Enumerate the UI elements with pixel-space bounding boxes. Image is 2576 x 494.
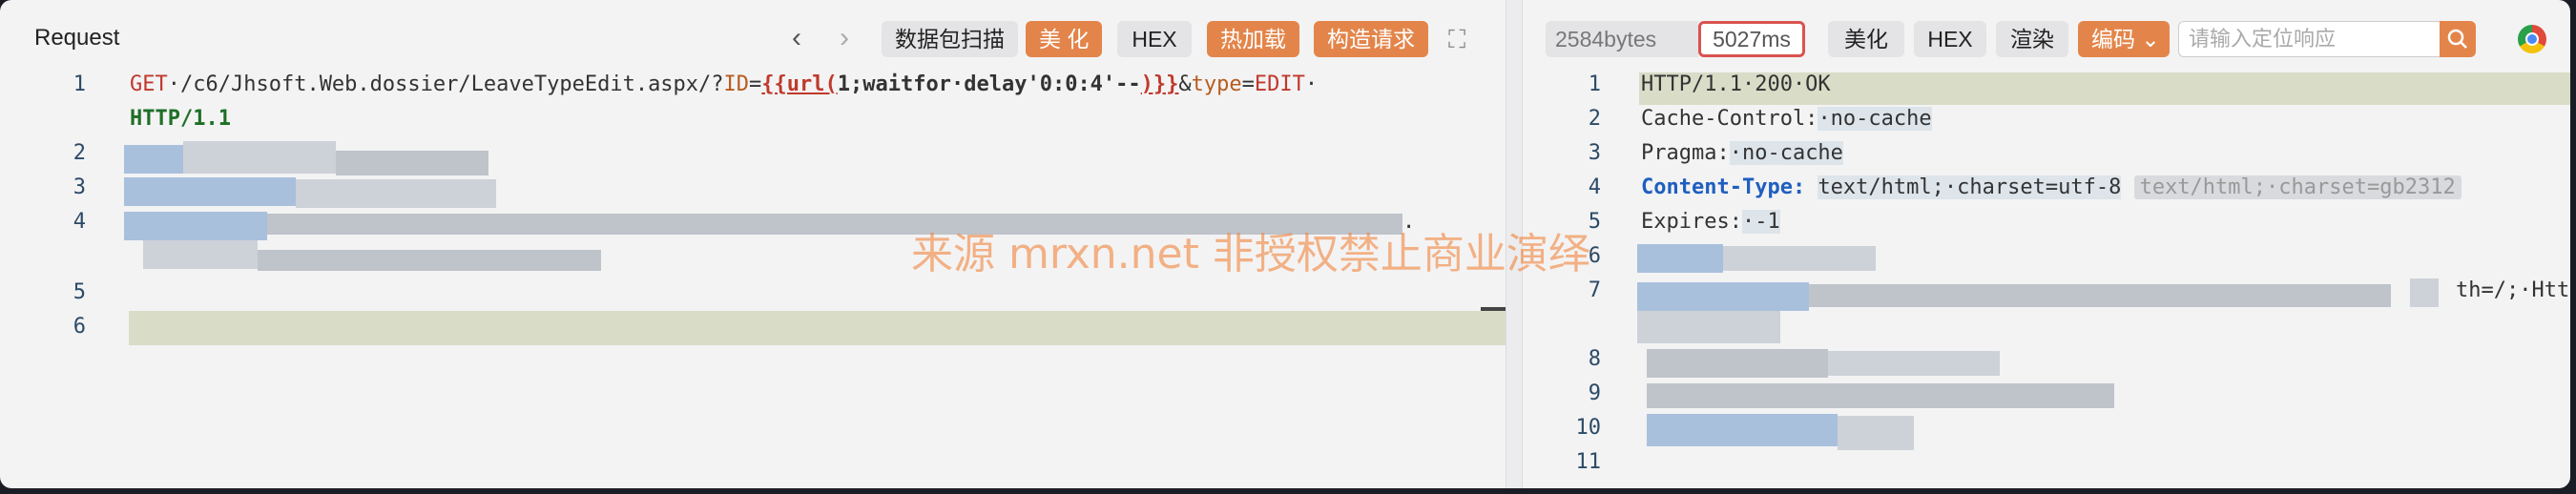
redacted-block [1838,416,1914,450]
url-function-close: )}} [1140,72,1179,96]
ampersand: & [1178,72,1192,96]
response-toolbar: 2584bytes 5027ms 美化 HEX 渲染 编码 ⌄ 请输入定位响应 [1523,0,2570,74]
header-value: ·no-cache [1818,107,1932,131]
header-line: Expires:·-1 [1641,210,1780,234]
redacted-block [143,240,258,269]
charset-hint: text/html;·charset=gb2312 [2133,175,2462,199]
header-line: Cache-Control:·no-cache [1641,107,1932,131]
line-number: 8 [1588,347,1601,371]
back-arrow-icon[interactable]: ‹ [792,21,801,55]
param-key: type [1191,72,1242,96]
param-key: ID [723,72,750,96]
header-key: Content-Type: [1641,175,1806,199]
request-toolbar: Request ‹ › 数据包扫描 美 化 HEX 热加载 构造请求 ⛶ [0,0,1506,74]
line-number: 11 [1575,450,1602,474]
line-number: 7 [1588,278,1601,302]
redacted-block [336,151,488,175]
header-key: Expires: [1641,210,1742,234]
redacted-block [1647,414,1838,446]
encoding-label: 编码 [2091,27,2135,51]
redacted-block [183,141,336,174]
truncated-header-text: th=/;·Htt [2456,278,2570,302]
scrollbar-marker[interactable] [1481,307,1506,311]
http-version: HTTP/1.1 [130,107,231,131]
search-button[interactable] [2440,21,2476,57]
line-number: 3 [1588,141,1601,165]
hot-load-button[interactable]: 热加载 [1207,21,1299,57]
redacted-block [296,179,496,208]
url-function-open: {{url( [761,72,838,96]
redacted-block [1647,383,2114,408]
packet-scan-button[interactable]: 数据包扫描 [882,21,1018,57]
request-title: Request [34,25,120,51]
search-icon [2447,29,2467,49]
chrome-browser-icon[interactable] [2518,25,2546,53]
line-number: 2 [73,141,86,165]
forward-arrow-icon[interactable]: › [840,21,849,55]
line-number: 5 [73,280,86,304]
request-line: GET·/c6/Jhsoft.Web.dossier/LeaveTypeEdit… [130,72,1318,96]
response-pane: 2584bytes 5027ms 美化 HEX 渲染 编码 ⌄ 请输入定位响应 … [1523,0,2570,488]
redacted-block [1809,284,2391,307]
line-number: 9 [1588,381,1601,405]
redacted-block [1828,351,2000,376]
redacted-block [1637,311,1780,343]
equals: = [1241,72,1255,96]
line-number: 10 [1575,416,1602,440]
line-number: 3 [73,175,86,199]
watermark-text: 来源 mrxn.net 非授权禁止商业演绎 [911,230,1590,278]
redacted-block [1637,244,1723,273]
chevron-down-icon: ⌄ [2135,27,2160,51]
encoding-dropdown[interactable]: 编码 ⌄ [2078,21,2170,57]
header-value: ·-1 [1741,210,1780,234]
beautify-button[interactable]: 美 化 [1026,21,1103,57]
build-request-button[interactable]: 构造请求 [1314,21,1428,57]
status-line: HTTP/1.1·200·OK [1641,72,1831,96]
response-time: 5027ms [1698,21,1805,57]
header-key: Cache-Control: [1641,107,1818,131]
response-size: 2584bytes [1546,21,1698,57]
redacted-block [124,145,183,174]
line-number: 4 [73,210,86,234]
param-value: EDIT [1254,72,1305,96]
request-path: ·/c6/Jhsoft.Web.dossier/LeaveTypeEdit.as… [167,72,724,96]
response-search-input[interactable]: 请输入定位响应 [2178,21,2445,57]
header-value: ·no-cache [1729,141,1843,165]
redacted-block [258,250,601,271]
header-line: Pragma:·no-cache [1641,141,1843,165]
line-number: 2 [1588,107,1601,131]
expand-icon[interactable]: ⛶ [1448,25,1465,55]
redacted-block [2410,278,2439,307]
line-number: 6 [73,315,86,339]
http-repeater-window: Request ‹ › 数据包扫描 美 化 HEX 热加载 构造请求 ⛶ 1 2… [0,0,2570,488]
redacted-block [1637,282,1809,311]
equals: = [749,72,762,96]
response-hex-button[interactable]: HEX [1914,21,1986,57]
render-button[interactable]: 渲染 [1996,21,2068,57]
redacted-block [1647,349,1828,378]
sql-payload: 1;waitfor·delay'0:0:4'-- [837,72,1141,96]
redacted-block [124,212,267,240]
header-line: Content-Type: text/html;·charset=utf-8 t… [1641,175,2462,199]
space-dot: · [1304,72,1319,96]
response-beautify-button[interactable]: 美化 [1828,21,1904,57]
header-key: Pragma: [1641,141,1730,165]
hex-button[interactable]: HEX [1117,21,1192,57]
line-number: 4 [1588,175,1601,199]
current-line-highlight [129,311,1506,345]
redacted-block [124,177,296,206]
line-number: 1 [73,72,86,96]
redacted-block [1723,246,1876,271]
header-value: text/html;·charset=utf-8 [1818,175,2122,199]
line-number: 1 [1588,72,1601,96]
http-method: GET [130,72,168,96]
